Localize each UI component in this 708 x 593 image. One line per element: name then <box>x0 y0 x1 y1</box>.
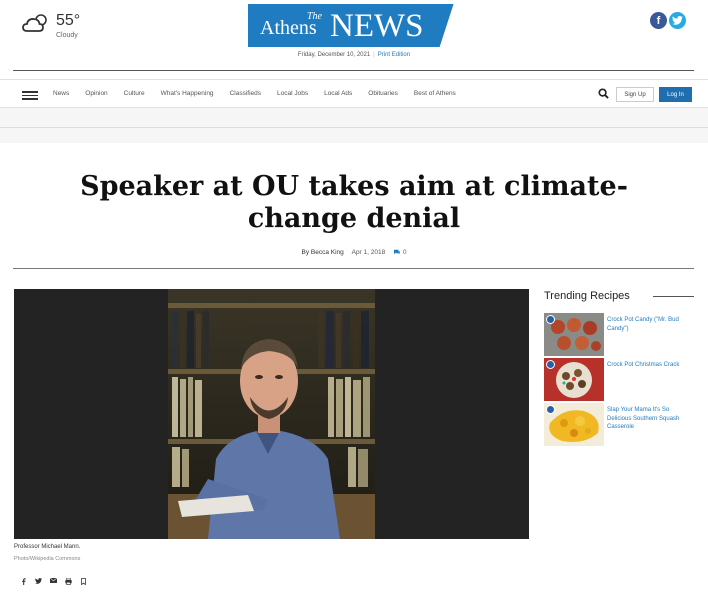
twitter-icon[interactable] <box>669 12 686 29</box>
recipe-thumbnail[interactable] <box>544 313 604 356</box>
print-icon[interactable] <box>64 577 72 587</box>
nav-item-news[interactable]: News <box>53 90 69 97</box>
site-logo[interactable]: The Athens NEWS <box>248 4 457 47</box>
email-icon[interactable] <box>49 577 57 587</box>
nav-links: News Opinion Culture What's Happening Cl… <box>53 90 456 97</box>
photo-credit: Photo/Wikipedia Commons <box>14 556 81 562</box>
article-photo[interactable] <box>168 289 375 539</box>
print-edition-link[interactable]: Print Edition <box>378 52 410 58</box>
dateline: Friday, December 10, 2021 | Print Edition <box>0 52 708 58</box>
recipe-badge-icon <box>546 360 555 369</box>
article-headline: Speaker at OU takes aim at climate-chang… <box>80 171 628 234</box>
recipe-title-link[interactable]: Crock Pot Candy ("Mr. Bud Candy") <box>607 316 693 333</box>
weather-condition: Cloudy <box>56 32 78 39</box>
facebook-icon[interactable] <box>19 578 27 587</box>
ad-banner-area <box>0 108 708 143</box>
trending-title-rule <box>653 296 694 297</box>
search-icon[interactable] <box>598 88 609 99</box>
weather-widget: 55° Cloudy <box>22 12 81 39</box>
nav-item-local-ads[interactable]: Local Ads <box>324 90 352 97</box>
nav-item-classifieds[interactable]: Classifieds <box>230 90 261 97</box>
facebook-icon[interactable]: f <box>650 12 667 29</box>
portrait-image <box>168 289 375 539</box>
nav-item-culture[interactable]: Culture <box>124 90 145 97</box>
sign-up-button[interactable]: Sign Up <box>616 87 654 102</box>
logo-cut-decoration <box>439 4 457 47</box>
main-nav: News Opinion Culture What's Happening Cl… <box>0 79 708 108</box>
logo-athens: Athens <box>260 17 317 39</box>
recipe-badge-icon <box>546 315 555 324</box>
comment-icon <box>394 250 401 255</box>
comments-link[interactable]: 0 <box>393 249 406 256</box>
headline-divider <box>13 268 694 269</box>
nav-item-local-jobs[interactable]: Local Jobs <box>277 90 308 97</box>
header-divider <box>13 70 694 71</box>
photo-caption: Professor Michael Mann. <box>14 544 81 550</box>
recipe-thumbnail[interactable] <box>544 403 604 446</box>
cloud-sun-icon <box>22 14 47 32</box>
social-links: f <box>650 12 686 29</box>
trending-recipes-title: Trending Recipes <box>544 290 630 302</box>
nav-item-opinion[interactable]: Opinion <box>85 90 107 97</box>
comment-count: 0 <box>402 249 407 256</box>
logo-news: NEWS <box>330 8 424 44</box>
log-in-button[interactable]: Log In <box>659 87 692 102</box>
nav-item-obituaries[interactable]: Obituaries <box>368 90 398 97</box>
recipe-title-link[interactable]: Slap Your Mama It's So Delicious Souther… <box>607 406 693 432</box>
bookmark-icon[interactable] <box>79 578 87 587</box>
recipe-title-link[interactable]: Crock Pot Christmas Crack <box>607 361 693 370</box>
current-date: Friday, December 10, 2021 <box>297 52 371 58</box>
publish-date: Apr 1, 2018 <box>351 249 386 256</box>
nav-item-best-of-athens[interactable]: Best of Athens <box>414 90 456 97</box>
nav-item-whats-happening[interactable]: What's Happening <box>161 90 214 97</box>
share-bar <box>19 577 87 587</box>
recipe-thumbnail[interactable] <box>544 358 604 401</box>
hamburger-menu-icon[interactable] <box>22 91 38 100</box>
article-byline: By Becca King Apr 1, 2018 0 <box>0 249 708 256</box>
dateline-separator: | <box>373 52 375 58</box>
temperature: 55° <box>56 12 81 29</box>
recipe-badge-icon <box>546 405 555 414</box>
twitter-icon[interactable] <box>34 578 42 587</box>
author-link[interactable]: By Becca King <box>302 249 344 256</box>
